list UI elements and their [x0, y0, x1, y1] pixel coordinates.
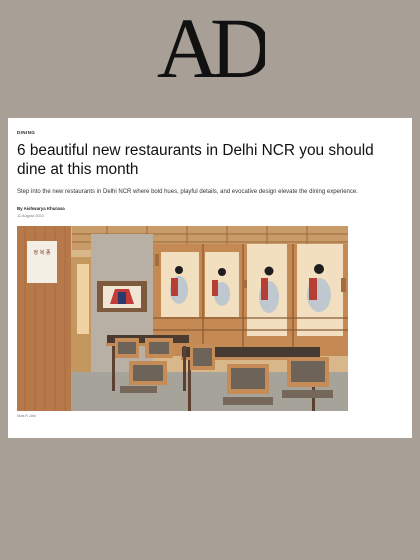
logo-text: AD	[157, 8, 265, 84]
article-byline[interactable]: By Aishwarya Khurana	[17, 206, 403, 211]
hero-image: 정 복 종	[17, 226, 348, 411]
article-card: DINING 6 beautiful new restaurants in De…	[8, 118, 412, 438]
image-credit: Nuts R Just	[17, 414, 36, 418]
article-date: 11 August 2023	[17, 213, 44, 218]
restaurant-sign-text: 정 복 종	[34, 249, 51, 256]
ad-logo[interactable]: AD	[155, 8, 265, 84]
article-category[interactable]: DINING	[17, 130, 403, 135]
site-header: AD	[0, 8, 420, 84]
article-dek: Step into the new restaurants in Delhi N…	[17, 189, 358, 195]
article-headline: 6 beautiful new restaurants in Delhi NCR…	[17, 142, 374, 178]
